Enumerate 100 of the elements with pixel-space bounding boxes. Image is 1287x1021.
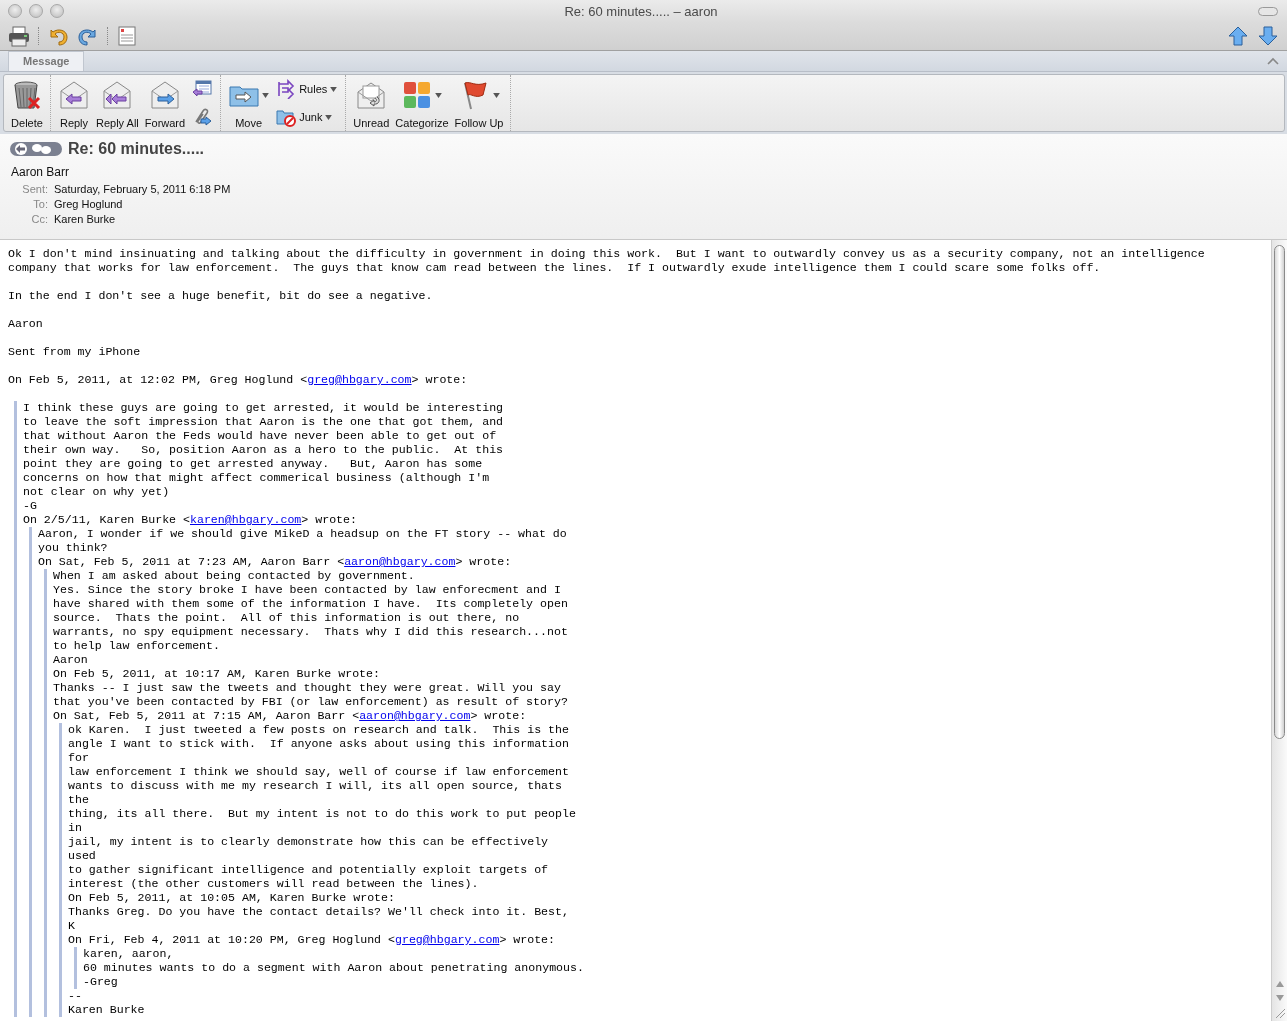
quoted-line: > wrote: — [301, 513, 357, 526]
zoom-button[interactable] — [50, 4, 64, 18]
quoted-line: law enforcement I think we should say, well of course if law enforcement — [68, 765, 569, 778]
quoted-line: -G — [23, 499, 37, 512]
quoted-line: When I am asked about being contacted by government. — [53, 569, 415, 582]
quoted-line: 60 minutes wants to do a segment with Aaron about penetrating anonymous. — [83, 961, 584, 974]
caret-icon — [492, 92, 500, 98]
toolbar-button[interactable]: Categorize — [393, 75, 451, 131]
quoted-line: jail, my intent is to clearly demonstrate how this can be effectively — [68, 835, 549, 848]
body-text: Ok I don't mind insinuating and talking about the difficulty in government in doing this work. But I want to outwardly convey us as a security company, not an intelligence company that works for law enforcement. The guys that know cam read between the lines. If I outwardly exude intelligence them I could scare some folks off. — [8, 247, 1206, 274]
toolbar-button[interactable]: Reply — [56, 75, 92, 131]
quoted-line: not clear on why yet) — [23, 485, 170, 498]
rules-icon — [276, 79, 297, 99]
quoted-line: I think these guys are going to get arrested, it would be interesting — [23, 401, 504, 414]
caret-icon — [262, 92, 270, 98]
email-link[interactable]: greg@hbgary.com — [307, 373, 412, 386]
email-link[interactable]: aaron@hbgary.com — [359, 709, 471, 722]
quoted-line: used — [68, 849, 96, 862]
quoted-line: On 2/5/11, Karen Burke < — [23, 513, 190, 526]
minimize-button[interactable] — [29, 4, 43, 18]
quoted-line: that you've been contacted by FBI (or law enforcement) as result of story? — [53, 695, 568, 708]
email-link[interactable]: greg@hbgary.com — [395, 933, 500, 946]
quoted-line: On Feb 5, 2011, at 10:17 AM, Karen Burke wrote: — [53, 667, 380, 680]
field-label: Sent: — [21, 183, 48, 195]
quoted-line: interest (the other customers will read between the lines). — [68, 877, 479, 890]
trash-icon — [11, 79, 43, 111]
quoted-line: to leave the soft impression that Aaron is the one that got them, and — [23, 415, 504, 428]
envelope-icon — [101, 79, 134, 111]
caret-icon — [435, 92, 443, 98]
quoted-line: wants to discuss with me my research I will, its all open source, thats — [68, 779, 562, 792]
caret-icon — [330, 86, 338, 92]
quoted-line: point they are going to get arrested anyway. But, Aaron has some — [23, 457, 483, 470]
folder-block-icon — [276, 107, 297, 127]
close-button[interactable] — [8, 4, 22, 18]
window-title: Re: 60 minutes..... – aaron — [563, 3, 719, 19]
quoted-line: to gather significant intelligence and potentially exploit targets of — [68, 863, 549, 876]
body-text: > wrote: — [411, 373, 468, 386]
field-label: To: — [32, 198, 48, 210]
print-icon[interactable] — [8, 25, 30, 47]
toolbar-button[interactable]: Reply All — [94, 75, 141, 131]
quoted-line: K — [68, 919, 75, 932]
up-arrow-icon[interactable] — [1227, 25, 1249, 47]
quoted-line: > wrote: — [499, 933, 556, 946]
quoted-line: that without Aaron the Feds would have never been able to get out of — [23, 429, 497, 442]
field-value: Karen Burke — [54, 213, 117, 225]
toolbar-button[interactable]: Rules — [273, 78, 341, 100]
toolbar-button[interactable]: Follow Up — [452, 75, 506, 131]
quoted-line: angle I want to stick with. If anyone asks about using this information — [68, 737, 569, 750]
quoted-line: have shared with them some of the information I have. Its completely open — [53, 597, 568, 610]
quoted-line: Thanks Greg. Do you have the contact details? We'll check into it. Best, — [68, 905, 569, 918]
quoted-line: Aaron, I wonder if we should give MikeD a headsup on the FT story -- what do — [38, 527, 567, 540]
quoted-line: in — [68, 821, 82, 834]
quoted-line: Yes. Since the story broke I have been contacted by law enforecment and I — [53, 583, 561, 596]
calendar-icon — [192, 79, 213, 99]
quoted-line: > wrote: — [470, 709, 527, 722]
email-link[interactable]: aaron@hbgary.com — [344, 555, 456, 568]
message-tab[interactable]: Message — [8, 51, 85, 71]
collapse-icon[interactable] — [1267, 57, 1279, 65]
body-text: Aaron — [8, 317, 43, 330]
toolbar-button[interactable]: Forward — [142, 75, 188, 131]
scrollbar[interactable] — [1271, 240, 1287, 1021]
toolbar-button[interactable]: Delete — [9, 75, 45, 131]
quoted-line: > wrote: — [455, 555, 512, 568]
toolbar-button[interactable]: Unread — [351, 75, 392, 131]
quoted-line: concerns on how that might affect commerical business (although I'm — [23, 471, 490, 484]
scrollbar-thumb[interactable] — [1274, 245, 1285, 739]
quoted-line: Thanks -- I just saw the tweets and thought they were great. Will you say — [53, 681, 561, 694]
quoted-line: -Greg — [83, 975, 118, 988]
quoted-line: for — [68, 751, 89, 764]
quoted-line: On Fri, Feb 4, 2011 at 10:20 PM, Greg Hoglund < — [68, 933, 395, 946]
message-subject: Re: 60 minutes..... — [68, 140, 205, 158]
envelope-icon — [58, 79, 90, 111]
resize-grip-icon[interactable] — [1273, 1007, 1286, 1019]
quoted-line: ok Karen. I just tweeted a few posts on research and talk. This is the — [68, 723, 569, 736]
quoted-line: their own way. So, position Aaron as a hero to the public. At this — [23, 443, 504, 456]
quoted-line: Aaron — [53, 653, 88, 666]
quoted-line: source. Thats the point. All of this information is out there, no — [53, 611, 520, 624]
email-link[interactable]: karen@hbgary.com — [190, 513, 302, 526]
toolbar-toggle-button[interactable] — [1258, 6, 1278, 16]
down-arrow-icon[interactable] — [1257, 25, 1279, 47]
caret-icon — [325, 114, 333, 120]
paperclip-icon — [192, 107, 213, 127]
conversation-nav-button[interactable] — [10, 142, 62, 156]
sender-name: Aaron Barr — [11, 165, 71, 179]
field-value: Greg Hoglund — [54, 198, 124, 210]
layout-icon[interactable] — [116, 25, 138, 47]
envelope-icon — [148, 79, 181, 111]
quoted-line: the — [68, 793, 89, 806]
quoted-line: karen, aaron, — [83, 947, 174, 960]
quoted-line: thing, its all there. But my intent is not to do this work to put people — [68, 807, 576, 820]
scroll-up-icon[interactable] — [1274, 980, 1285, 988]
quoted-line: warrants, no spy equipment necessary. Thats why I did this research...not — [53, 625, 568, 638]
quoted-line: to help law enforcement. — [53, 639, 220, 652]
quoted-line: Karen Burke — [68, 1003, 145, 1016]
quoted-line: you think? — [38, 541, 108, 554]
body-text: In the end I don't see a huge benefit, bit do see a negative. — [8, 289, 433, 302]
scroll-down-icon[interactable] — [1274, 994, 1285, 1002]
toolbar-button[interactable]: Move — [226, 75, 272, 131]
toolbar-button[interactable]: Junk — [273, 106, 341, 128]
quoted-line: On Feb 5, 2011, at 10:05 AM, Karen Burke wrote: — [68, 891, 395, 904]
